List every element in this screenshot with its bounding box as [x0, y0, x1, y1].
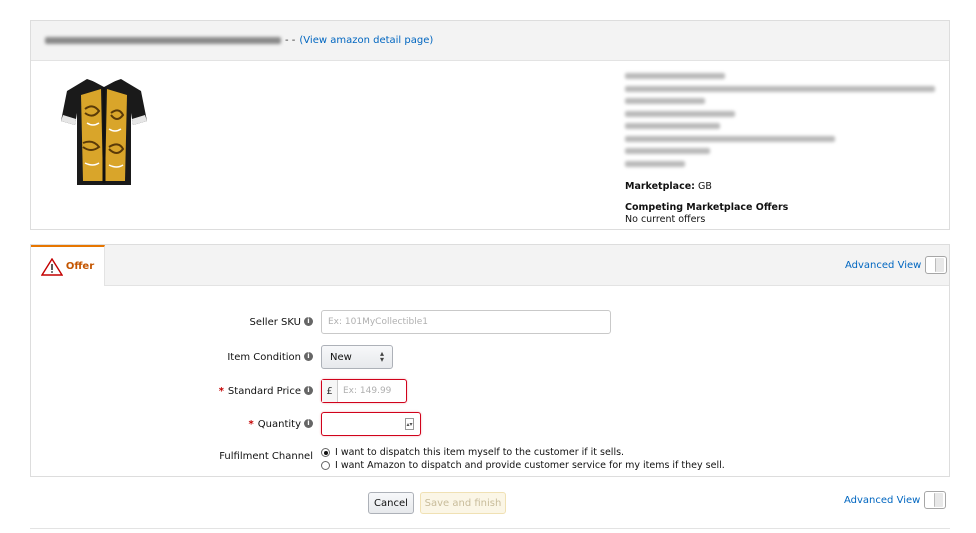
fulfilment-channel-label-wrap: Fulfilment Channel — [41, 446, 321, 462]
seller-sku-input[interactable]: Ex: 101MyCollectible1 — [321, 310, 611, 334]
seller-sku-label-wrap: Seller SKU i — [41, 317, 321, 328]
warning-icon — [40, 257, 63, 276]
tab-offer-label: Offer — [65, 261, 95, 272]
toggle-switch[interactable] — [925, 256, 948, 274]
quantity-label-wrap: * Quantity i — [41, 419, 321, 430]
product-title-redacted — [45, 37, 281, 44]
quantity-row: * Quantity i ▴▾ — [41, 412, 421, 436]
quantity-label: Quantity — [257, 418, 301, 430]
competing-offers-label: Competing Marketplace Offers — [625, 201, 789, 213]
standard-price-row: * Standard Price i £ Ex: 149.99 — [41, 379, 407, 403]
competing-offers: Competing Marketplace Offers No current … — [625, 202, 945, 226]
fulfilment-option-label: I want to dispatch this item myself to t… — [335, 447, 625, 458]
info-icon[interactable]: i — [304, 352, 313, 361]
select-arrows-icon: ▴ ▾ — [379, 349, 384, 364]
advanced-view-toggle-top[interactable]: Advanced View — [845, 256, 948, 274]
stepper-arrows-icon[interactable]: ▴▾ — [405, 418, 414, 430]
radio-selected[interactable] — [321, 448, 330, 457]
fulfilment-option-amazon[interactable]: I want Amazon to dispatch and provide cu… — [321, 459, 725, 472]
item-condition-label: Item Condition — [227, 351, 301, 363]
seller-sku-label: Seller SKU — [249, 316, 301, 328]
offer-card: Offer Advanced View Seller SKU i Ex: 101M… — [30, 244, 950, 477]
product-card: - - (View amazon detail page) Marketplac… — [30, 20, 950, 230]
info-icon[interactable]: i — [304, 419, 313, 428]
standard-price-input[interactable]: £ Ex: 149.99 — [321, 379, 407, 403]
quantity-stepper[interactable]: ▴▾ — [321, 412, 421, 436]
item-condition-value: New — [330, 351, 352, 363]
required-marker: * — [218, 385, 224, 397]
product-image — [61, 77, 147, 185]
marketplace-value: GB — [697, 180, 712, 192]
seller-sku-placeholder: Ex: 101MyCollectible1 — [328, 317, 428, 327]
divider — [30, 528, 950, 529]
fulfilment-option-merchant[interactable]: I want to dispatch this item myself to t… — [321, 446, 725, 459]
standard-price-placeholder: Ex: 149.99 — [343, 386, 392, 396]
advanced-view-label: Advanced View — [844, 494, 921, 506]
fulfilment-options: I want to dispatch this item myself to t… — [321, 446, 725, 472]
advanced-view-label: Advanced View — [845, 259, 922, 271]
save-and-finish-button[interactable]: Save and finish — [420, 492, 506, 514]
product-details: Marketplace: GB Competing Marketplace Of… — [625, 73, 945, 226]
fulfilment-channel-label: Fulfilment Channel — [219, 451, 313, 462]
product-header: - - (View amazon detail page) — [31, 21, 949, 61]
required-marker: * — [248, 418, 254, 430]
radio-unselected[interactable] — [321, 461, 330, 470]
tab-offer[interactable]: Offer — [31, 245, 105, 286]
fulfilment-option-label: I want Amazon to dispatch and provide cu… — [335, 460, 725, 471]
standard-price-label-wrap: * Standard Price i — [41, 386, 321, 397]
info-icon[interactable]: i — [304, 317, 313, 326]
cancel-button[interactable]: Cancel — [368, 492, 414, 514]
advanced-view-toggle-bottom[interactable]: Advanced View — [844, 491, 947, 509]
info-icon[interactable]: i — [304, 386, 313, 395]
item-condition-label-wrap: Item Condition i — [41, 352, 321, 363]
title-separator: - - — [285, 35, 296, 46]
seller-sku-row: Seller SKU i Ex: 101MyCollectible1 — [41, 310, 611, 334]
view-detail-page-link[interactable]: (View amazon detail page) — [299, 35, 433, 46]
item-condition-select[interactable]: New ▴ ▾ — [321, 345, 393, 369]
marketplace-label: Marketplace: — [625, 180, 695, 192]
item-condition-row: Item Condition i New ▴ ▾ — [41, 345, 393, 369]
fulfilment-channel-row: Fulfilment Channel I want to dispatch th… — [41, 446, 725, 472]
competing-offers-value: No current offers — [625, 213, 706, 225]
marketplace-row: Marketplace: GB — [625, 181, 945, 192]
currency-symbol: £ — [322, 380, 338, 402]
standard-price-label: Standard Price — [227, 385, 301, 397]
toggle-switch[interactable] — [924, 491, 947, 509]
offer-header: Offer Advanced View — [31, 245, 949, 286]
